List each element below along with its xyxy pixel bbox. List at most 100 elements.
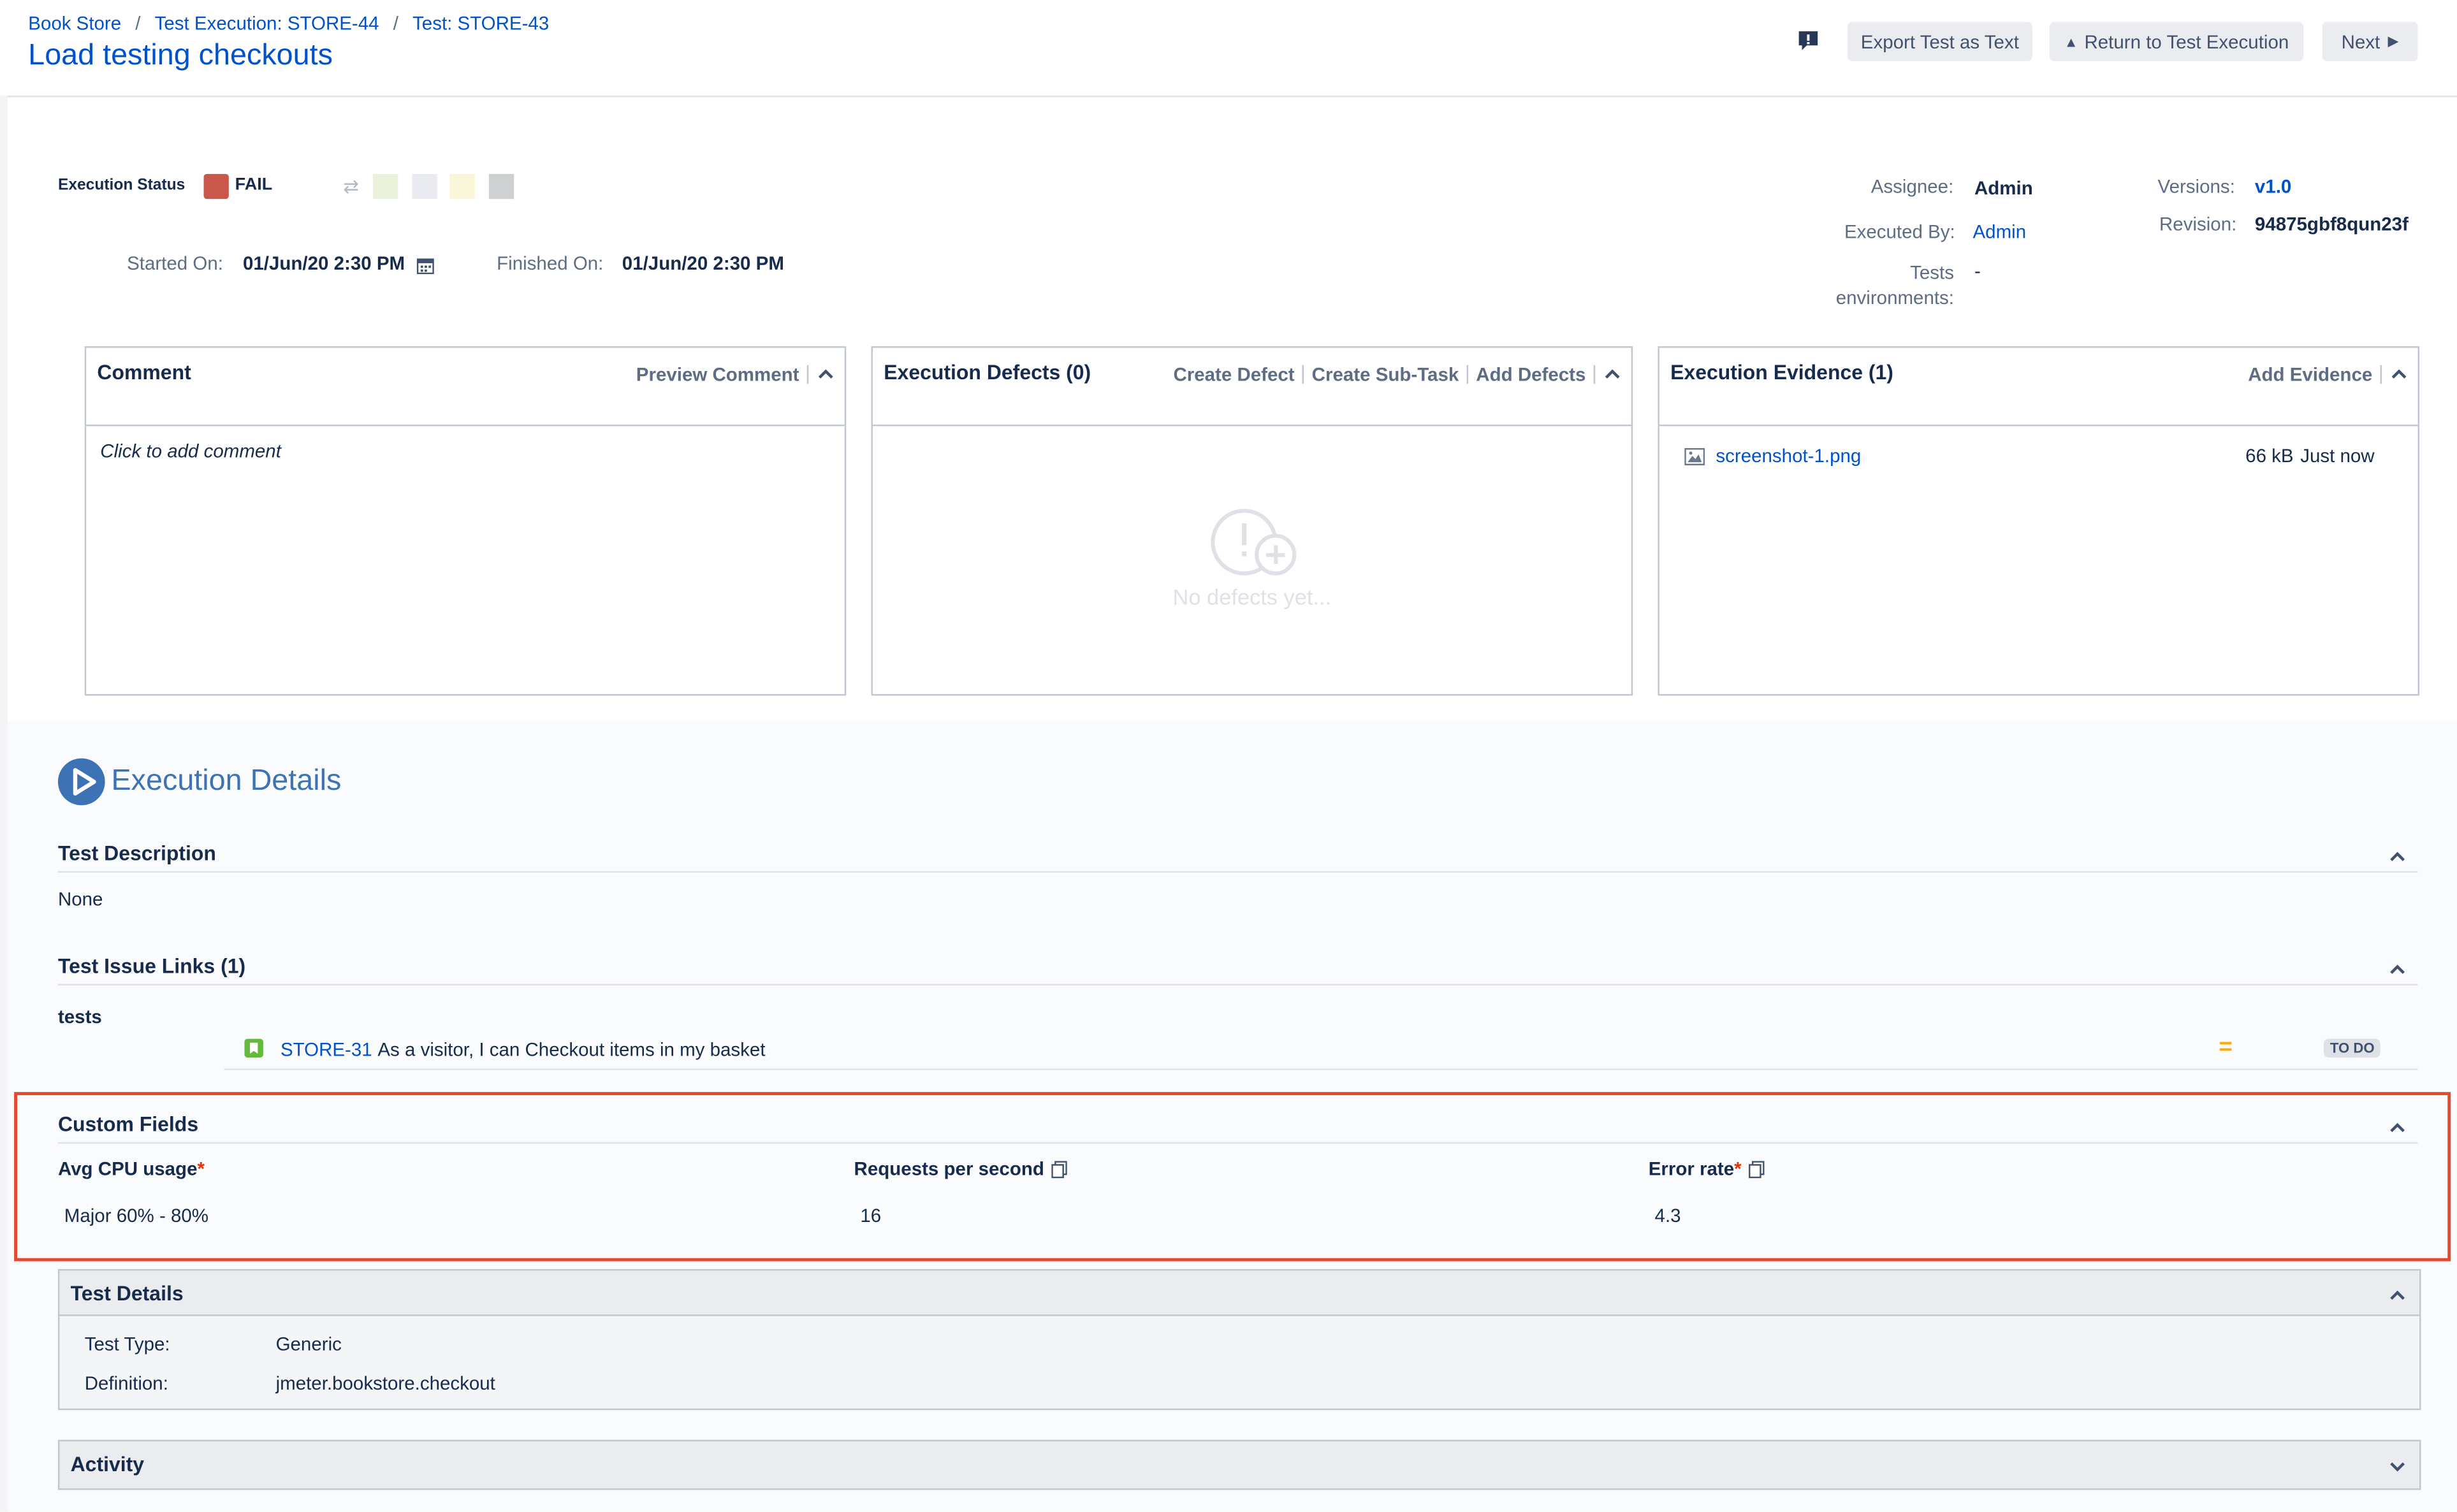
versions-value[interactable]: v1.0 <box>2255 175 2291 197</box>
revision-value[interactable]: 94875gbf8qun23f <box>2255 213 2409 235</box>
no-defects-icon <box>1209 507 1301 583</box>
error-rate-label-text: Error rate <box>1648 1158 1735 1180</box>
defects-panel-header: Execution Defects (0) Create Defect Crea… <box>873 348 1631 426</box>
test-issue-links-title[interactable]: Test Issue Links (1) <box>58 954 245 978</box>
status-option-executing[interactable] <box>449 173 475 200</box>
status-option-pass[interactable] <box>372 173 398 200</box>
section-divider <box>57 984 2418 986</box>
comment-panel-actions: Preview Comment <box>636 363 835 386</box>
priority-medium-icon: = <box>2219 1034 2233 1061</box>
activity-title[interactable]: Activity <box>71 1452 144 1476</box>
status-badge: TO DO <box>2324 1038 2381 1058</box>
page-title[interactable]: Load testing checkouts <box>28 39 333 73</box>
image-file-icon <box>1684 445 1705 465</box>
evidence-panel-header: Execution Evidence (1) Add Evidence <box>1659 348 2418 426</box>
test-details-header[interactable]: Test Details <box>59 1270 2419 1316</box>
breadcrumb-test-execution-link[interactable]: Test Execution: STORE-44 <box>155 13 379 34</box>
started-on-value: 01/Jun/20 2:30 PM <box>242 252 405 275</box>
finished-on-label: Finished On: <box>497 252 604 275</box>
execution-status-label: Execution Status <box>57 177 186 194</box>
return-to-execution-button[interactable]: ▲ Return to Test Execution <box>2049 22 2304 61</box>
tests-environments-value[interactable]: - <box>1974 260 1981 282</box>
copy-icon[interactable] <box>1749 1160 1765 1178</box>
collapse-chevron-up-icon[interactable] <box>2389 365 2408 384</box>
avg-cpu-usage-label-text: Avg CPU usage <box>57 1158 198 1180</box>
left-border <box>0 95 8 1512</box>
action-separator <box>1302 365 1304 384</box>
comment-panel: Comment Preview Comment Click to add com… <box>84 346 847 696</box>
no-defects-text: No defects yet... <box>1172 584 1332 610</box>
swap-status-icon[interactable]: ⇄ <box>343 175 368 197</box>
evidence-file-link[interactable]: screenshot-1.png <box>1716 445 1861 467</box>
preview-comment-button[interactable]: Preview Comment <box>636 363 799 385</box>
add-defects-button[interactable]: Add Defects <box>1476 363 1586 385</box>
collapse-chevron-up-icon[interactable] <box>2388 961 2407 979</box>
tests-environments-label: Tests environments: <box>1818 260 1954 310</box>
caret-right-icon: ▶ <box>2388 33 2399 49</box>
comment-panel-title: Comment <box>97 360 191 384</box>
revision-label: Revision: <box>2159 213 2237 235</box>
action-separator <box>1593 365 1596 384</box>
collapse-chevron-up-icon[interactable] <box>2388 1286 2407 1305</box>
linked-issue-key[interactable]: STORE-31 <box>281 1039 372 1061</box>
evidence-file-size: 66 kB <box>2245 445 2294 467</box>
avg-cpu-usage-value[interactable]: Major 60% - 80% <box>64 1205 208 1226</box>
status-option-aborted[interactable] <box>488 173 514 200</box>
requests-per-second-value[interactable]: 16 <box>860 1205 881 1226</box>
return-label: Return to Test Execution <box>2084 30 2289 53</box>
breadcrumb: Book Store / Test Execution: STORE-44 / … <box>28 13 549 34</box>
assignee-value[interactable]: Admin <box>1974 177 2033 199</box>
definition-value: jmeter.bookstore.checkout <box>275 1372 495 1395</box>
caret-up-icon: ▲ <box>2064 33 2078 50</box>
page: Book Store / Test Execution: STORE-44 / … <box>0 0 2457 1512</box>
custom-fields-title[interactable]: Custom Fields <box>58 1112 198 1136</box>
linked-issue-summary: As a visitor, I can Checkout items in my… <box>377 1038 766 1061</box>
collapse-chevron-up-icon[interactable] <box>2388 1119 2407 1137</box>
status-option-todo[interactable] <box>412 173 437 200</box>
link-type-label: tests <box>57 1005 102 1028</box>
assignee-label: Assignee: <box>1870 175 1954 198</box>
create-defect-button[interactable]: Create Defect <box>1173 363 1294 385</box>
collapse-chevron-up-icon[interactable] <box>1603 365 1621 384</box>
activity-panel: Activity <box>57 1439 2421 1490</box>
status-swatch-fail <box>203 173 229 200</box>
execution-details-icon <box>57 758 105 806</box>
link-row-divider <box>224 1068 2418 1070</box>
execution-status-value[interactable]: FAIL <box>235 175 273 194</box>
copy-icon[interactable] <box>1052 1160 1068 1178</box>
definition-label: Definition: <box>84 1372 168 1395</box>
defects-panel-title: Execution Defects (0) <box>884 360 1091 384</box>
started-on-label: Started On: <box>127 252 223 275</box>
create-subtask-button[interactable]: Create Sub-Task <box>1312 363 1459 385</box>
add-evidence-button[interactable]: Add Evidence <box>2248 363 2372 385</box>
test-details-title: Test Details <box>70 1281 184 1305</box>
export-test-label: Export Test as Text <box>1860 30 2019 53</box>
action-separator <box>1466 365 1469 384</box>
executed-by-label: Executed By: <box>1844 221 1955 243</box>
expand-chevron-down-icon[interactable] <box>2388 1457 2407 1476</box>
error-rate-label: Error rate * <box>1648 1158 1765 1180</box>
test-description-title[interactable]: Test Description <box>58 841 216 865</box>
execution-details-heading: Execution Details <box>111 764 342 798</box>
executed-by-value[interactable]: Admin <box>1972 221 2026 243</box>
requests-per-second-label: Requests per second <box>854 1158 1068 1180</box>
error-rate-value[interactable]: 4.3 <box>1655 1205 1681 1226</box>
evidence-panel-actions: Add Evidence <box>2248 363 2409 386</box>
defects-panel-actions: Create Defect Create Sub-Task Add Defect… <box>1173 363 1621 386</box>
export-test-button[interactable]: Export Test as Text <box>1847 22 2032 61</box>
collapse-chevron-up-icon[interactable] <box>2388 848 2407 866</box>
breadcrumb-separator: / <box>393 12 398 35</box>
calendar-icon[interactable] <box>416 254 434 275</box>
tests-environments-label-line2: environments: <box>1835 286 1955 309</box>
next-label: Next <box>2341 30 2380 53</box>
comment-placeholder[interactable]: Click to add comment <box>100 440 281 462</box>
next-button[interactable]: Next ▶ <box>2322 22 2418 61</box>
action-separator <box>806 365 809 384</box>
breadcrumb-test-link[interactable]: Test: STORE-43 <box>412 13 549 34</box>
test-type-label: Test Type: <box>84 1333 170 1356</box>
finished-on-value: 01/Jun/20 2:30 PM <box>622 252 784 275</box>
section-divider <box>57 871 2418 873</box>
collapse-chevron-up-icon[interactable] <box>817 365 835 384</box>
feedback-icon[interactable] <box>1797 30 1819 52</box>
breadcrumb-project-link[interactable]: Book Store <box>28 13 121 34</box>
